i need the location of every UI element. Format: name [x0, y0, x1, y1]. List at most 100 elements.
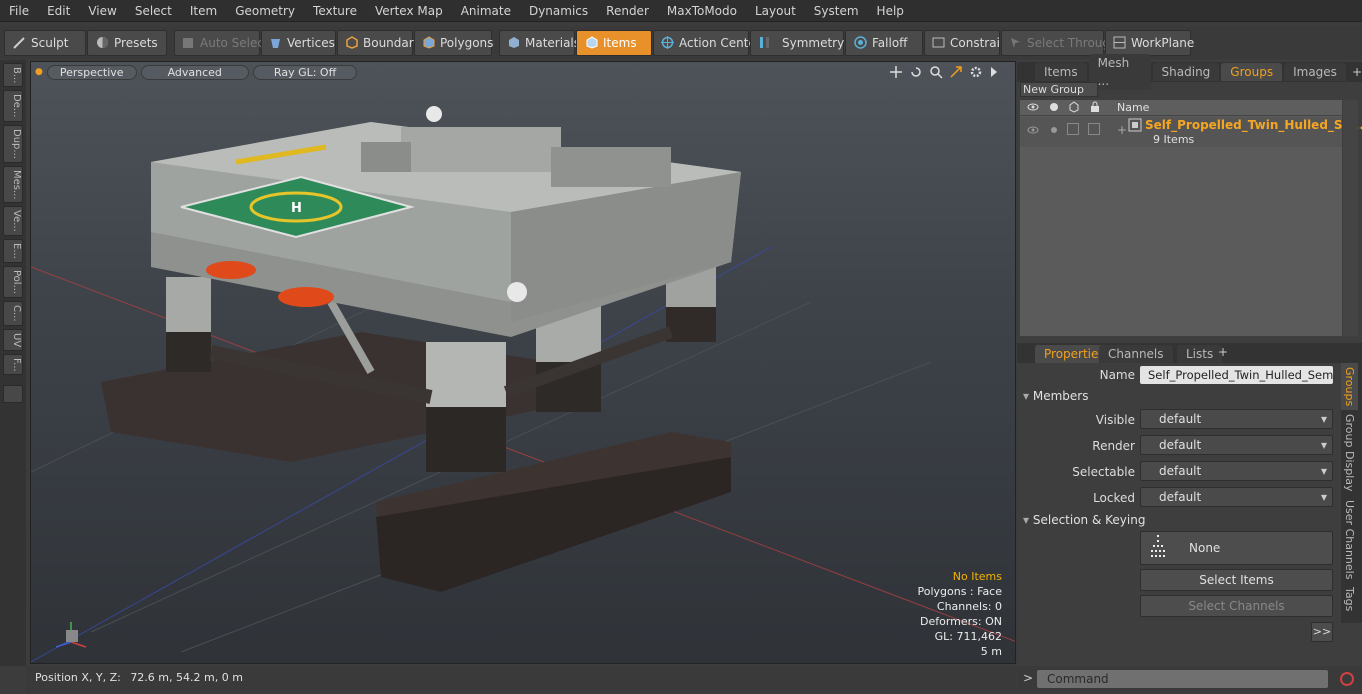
advanced-button[interactable]: Advanced	[140, 64, 249, 80]
locked-select[interactable]: default	[1140, 487, 1333, 507]
select-items-button[interactable]: Select Items	[1140, 569, 1333, 591]
falloff-button[interactable]: Falloff	[845, 29, 923, 56]
info-polygons: Polygons : Face	[917, 585, 1002, 598]
info-gl: GL: 711,462	[934, 630, 1002, 643]
expand-arrow-icon[interactable]	[989, 65, 999, 82]
vtab-tags[interactable]: Tags	[1341, 583, 1358, 615]
lock-column-icon[interactable]	[1089, 101, 1101, 116]
more-button[interactable]: >>	[1311, 622, 1333, 642]
selection-keying-title: Selection & Keying	[1032, 513, 1146, 527]
symmetry-button[interactable]: Symmetry	[750, 29, 844, 56]
left-tab-expand[interactable]	[3, 385, 23, 404]
vtab-user-channels[interactable]: User Channels	[1341, 496, 1358, 583]
menu-view[interactable]: View	[79, 0, 125, 22]
menu-dynamics[interactable]: Dynamics	[520, 0, 597, 22]
gear-icon[interactable]	[969, 65, 983, 82]
3d-viewport[interactable]: H ● Perspective Advanced Ray GL: Off No …	[30, 61, 1016, 664]
constraints-button[interactable]: Constrai...	[924, 29, 1011, 56]
left-tab-duplicate[interactable]: Dup...	[3, 124, 23, 163]
menu-geometry[interactable]: Geometry	[226, 0, 304, 22]
menu-item[interactable]: Item	[181, 0, 226, 22]
auto-select-button[interactable]: Auto Select	[174, 29, 269, 56]
perspective-button[interactable]: Perspective	[46, 64, 137, 80]
items-button[interactable]: Items	[576, 29, 652, 56]
rotate-icon[interactable]	[909, 65, 923, 82]
zoom-icon[interactable]	[929, 65, 943, 82]
raygl-button[interactable]: Ray GL: Off	[252, 64, 358, 80]
materials-icon	[507, 36, 520, 50]
name-field[interactable]: Self_Propelled_Twin_Hulled_Semi_Sub	[1140, 366, 1333, 384]
viewport-menu-dot[interactable]: ●	[35, 67, 43, 77]
presets-icon	[95, 36, 109, 50]
tab-channels[interactable]: Channels	[1099, 345, 1173, 363]
vtab-group-display[interactable]: Group Display	[1341, 410, 1358, 496]
left-tab-basic[interactable]: B...	[3, 63, 23, 88]
selectable-select[interactable]: default	[1140, 461, 1333, 481]
vtab-groups[interactable]: Groups	[1341, 363, 1358, 411]
row-visibility-icon[interactable]	[1027, 124, 1039, 139]
sculpt-button[interactable]: Sculpt	[4, 29, 86, 56]
presets-button[interactable]: Presets	[87, 29, 167, 56]
record-icon[interactable]	[1339, 671, 1355, 690]
tab-groups[interactable]: Groups	[1221, 63, 1283, 81]
menu-file[interactable]: File	[0, 0, 38, 22]
groups-list[interactable]: Name + Self_Propelled_Twin_Hulled_Se ...…	[1020, 100, 1362, 336]
viewport-scene: H	[31, 106, 1015, 663]
left-tab-deform[interactable]: De...	[3, 90, 23, 122]
menu-help[interactable]: Help	[868, 0, 913, 22]
visible-select[interactable]: default	[1140, 409, 1333, 429]
tab-shading[interactable]: Shading	[1152, 63, 1220, 81]
row-lock-checkbox[interactable]	[1088, 123, 1100, 135]
select-through-button[interactable]: Select Through	[1001, 29, 1118, 56]
select-column-icon[interactable]	[1068, 101, 1080, 116]
workplane-button[interactable]: WorkPlane	[1105, 29, 1195, 56]
left-tab-edge[interactable]: E...	[3, 239, 23, 263]
row-select-checkbox[interactable]	[1067, 123, 1079, 135]
menu-maxtomodo[interactable]: MaxToModo	[658, 0, 746, 22]
menu-edit[interactable]: Edit	[38, 0, 79, 22]
select-through-icon	[1009, 36, 1022, 50]
expand-plus-icon[interactable]: +	[1117, 123, 1127, 137]
action-center-button[interactable]: Action Center	[653, 29, 761, 56]
menu-select[interactable]: Select	[126, 0, 181, 22]
eye-column-icon[interactable]	[1027, 101, 1039, 116]
add-tab-icon[interactable]: +	[1218, 345, 1228, 359]
render-column-icon[interactable]	[1048, 101, 1060, 116]
menu-texture[interactable]: Texture	[304, 0, 366, 22]
tab-images[interactable]: Images	[1284, 63, 1346, 81]
materials-button[interactable]: Materials	[499, 29, 580, 56]
left-tab-mesh-edit[interactable]: Mes...	[3, 165, 23, 204]
row-render-icon[interactable]	[1048, 124, 1060, 139]
menu-animate[interactable]: Animate	[452, 0, 520, 22]
command-input[interactable]: Command	[1037, 670, 1328, 688]
tab-items[interactable]: Items	[1035, 63, 1087, 81]
vertices-button[interactable]: Vertices 1	[261, 29, 346, 56]
polygons-button[interactable]: Polygons	[414, 29, 493, 56]
viewport-info: No Items Polygons : Face Channels: 0 Def…	[917, 569, 1002, 659]
members-section[interactable]: ▾ Members	[1023, 389, 1088, 403]
group-row[interactable]: + Self_Propelled_Twin_Hulled_Se ... 9 It…	[1020, 117, 1362, 147]
menu-vertex-map[interactable]: Vertex Map	[366, 0, 452, 22]
left-tab-fusion[interactable]: F...	[3, 353, 23, 376]
add-tab-icon[interactable]: +	[1352, 65, 1362, 79]
select-channels-button[interactable]: Select Channels	[1140, 595, 1333, 617]
workplane-label: WorkPlane	[1131, 35, 1195, 50]
none-button[interactable]: None	[1140, 531, 1333, 565]
maximize-icon[interactable]	[949, 65, 963, 82]
selection-keying-section[interactable]: ▾ Selection & Keying	[1023, 513, 1145, 527]
pan-icon[interactable]	[889, 65, 903, 82]
menu-layout[interactable]: Layout	[746, 0, 805, 22]
group-name[interactable]: Self_Propelled_Twin_Hulled_Se ...	[1145, 118, 1362, 132]
groups-scrollbar[interactable]	[1343, 100, 1358, 336]
tab-lists[interactable]: Lists	[1177, 345, 1223, 363]
left-tab-polygon[interactable]: Pol...	[3, 265, 23, 298]
menu-system[interactable]: System	[805, 0, 868, 22]
left-tab-vertex[interactable]: Ve...	[3, 206, 23, 237]
left-tab-curve[interactable]: C...	[3, 300, 23, 326]
action-center-label: Action Center	[679, 35, 761, 50]
render-select[interactable]: default	[1140, 435, 1333, 455]
menu-render[interactable]: Render	[597, 0, 658, 22]
boundary-button[interactable]: Boundary	[337, 29, 421, 56]
left-tab-uv[interactable]: UV	[3, 328, 23, 351]
new-group-button[interactable]: New Group	[1020, 82, 1098, 97]
